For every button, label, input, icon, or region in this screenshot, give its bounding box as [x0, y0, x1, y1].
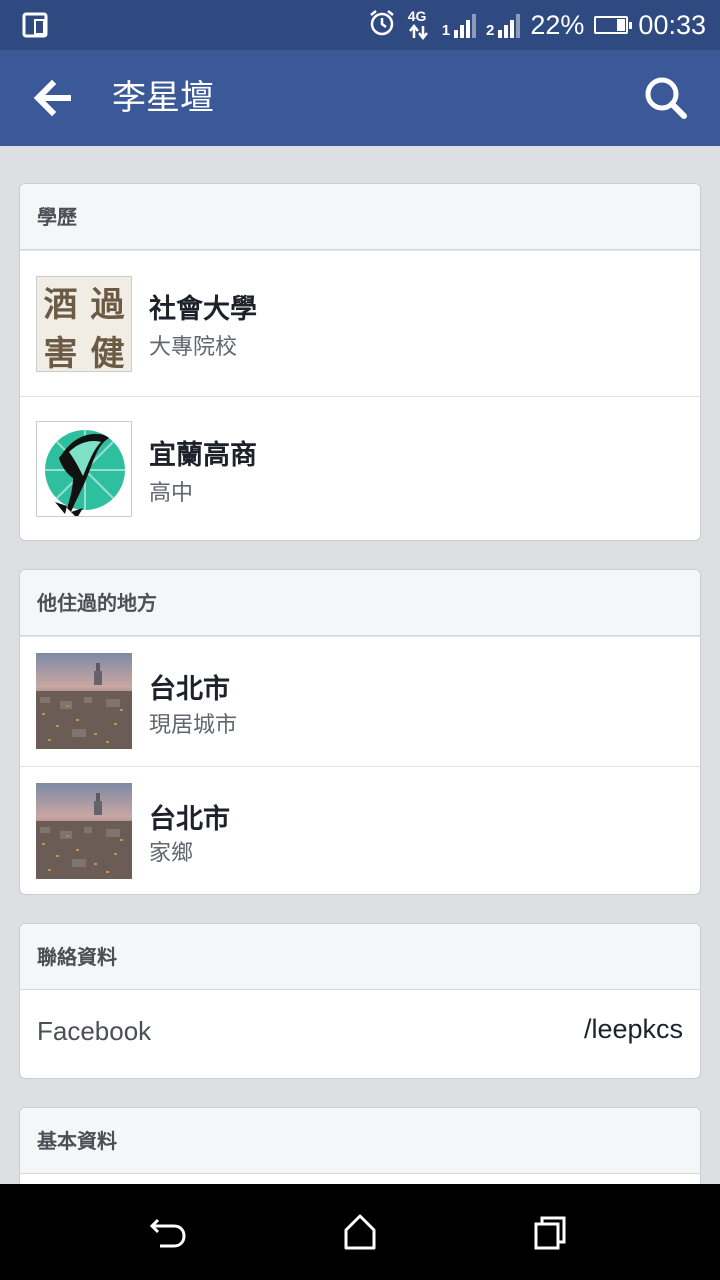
contact-row[interactable]: Facebook /leepkcs: [20, 990, 700, 1078]
list-item[interactable]: 酒 過 害 健 社會大學 大專院校: [20, 250, 700, 396]
city-name[interactable]: 台北市: [149, 667, 230, 706]
school-type: 高中: [149, 481, 194, 506]
whale-logo: [36, 421, 132, 517]
sim2-label: 2: [486, 22, 495, 39]
page-title: 李星壇: [112, 78, 214, 118]
sim1-label: 1: [441, 22, 451, 39]
nav-recents-icon[interactable]: [524, 1204, 580, 1260]
contact-label: Facebook: [37, 1016, 152, 1046]
basic-info-header: 基本資料: [20, 1108, 700, 1174]
city-type: 現居城市: [149, 713, 238, 738]
signal-icon: 1: [441, 12, 477, 39]
city-type: 家鄉: [149, 841, 194, 866]
logo-char: 過: [90, 285, 125, 325]
places-card: 他住過的地方 台北市 現居城市 台北市 家鄉: [19, 569, 701, 895]
contact-value[interactable]: /leepkcs: [584, 1014, 683, 1045]
profile-about-content[interactable]: 學歷 酒 過 害 健 社會大學 大專院校 宜蘭高商 高中 他住過的地方 台北市 …: [0, 146, 720, 1184]
nav-home-icon[interactable]: [332, 1204, 388, 1260]
screen-rotate-icon: [22, 12, 50, 38]
list-item[interactable]: 台北市 家鄉: [20, 766, 700, 894]
list-item[interactable]: 台北市 現居城市: [20, 636, 700, 766]
city-name[interactable]: 台北市: [149, 797, 230, 836]
basic-info-card: 基本資料: [19, 1107, 701, 1184]
logo-char: 酒: [43, 285, 78, 325]
city-photo: [36, 653, 132, 749]
school-logo: 酒 過 害 健: [36, 276, 132, 372]
education-card: 學歷 酒 過 害 健 社會大學 大專院校 宜蘭高商 高中: [19, 183, 701, 541]
logo-char: 健: [90, 334, 125, 372]
school-type: 大專院校: [149, 335, 238, 360]
school-name[interactable]: 社會大學: [149, 287, 257, 326]
logo-char: 害: [43, 334, 78, 372]
search-icon[interactable]: [642, 74, 690, 122]
school-name[interactable]: 宜蘭高商: [149, 433, 257, 472]
contact-card: 聯絡資料 Facebook /leepkcs: [19, 923, 701, 1079]
clock: 00:33: [638, 9, 706, 40]
network-type: 4G: [407, 8, 427, 24]
city-photo: [36, 783, 132, 879]
battery-percent: 22%: [530, 9, 585, 40]
system-nav-bar: [0, 1184, 720, 1280]
education-header: 學歷: [20, 184, 700, 250]
places-header: 他住過的地方: [20, 570, 700, 636]
nav-back-icon[interactable]: [140, 1204, 196, 1260]
list-item[interactable]: 宜蘭高商 高中: [20, 396, 700, 540]
alarm-icon: [368, 9, 396, 42]
battery-icon: [594, 16, 633, 34]
status-bar: 4G 1 2 22% 00:33: [0, 0, 720, 50]
signal-icon: 2: [486, 12, 521, 39]
contact-header: 聯絡資料: [20, 924, 700, 990]
data-arrows-icon: 4G: [406, 8, 432, 42]
back-arrow-icon[interactable]: [28, 76, 78, 120]
app-bar: 李星壇: [0, 50, 720, 146]
